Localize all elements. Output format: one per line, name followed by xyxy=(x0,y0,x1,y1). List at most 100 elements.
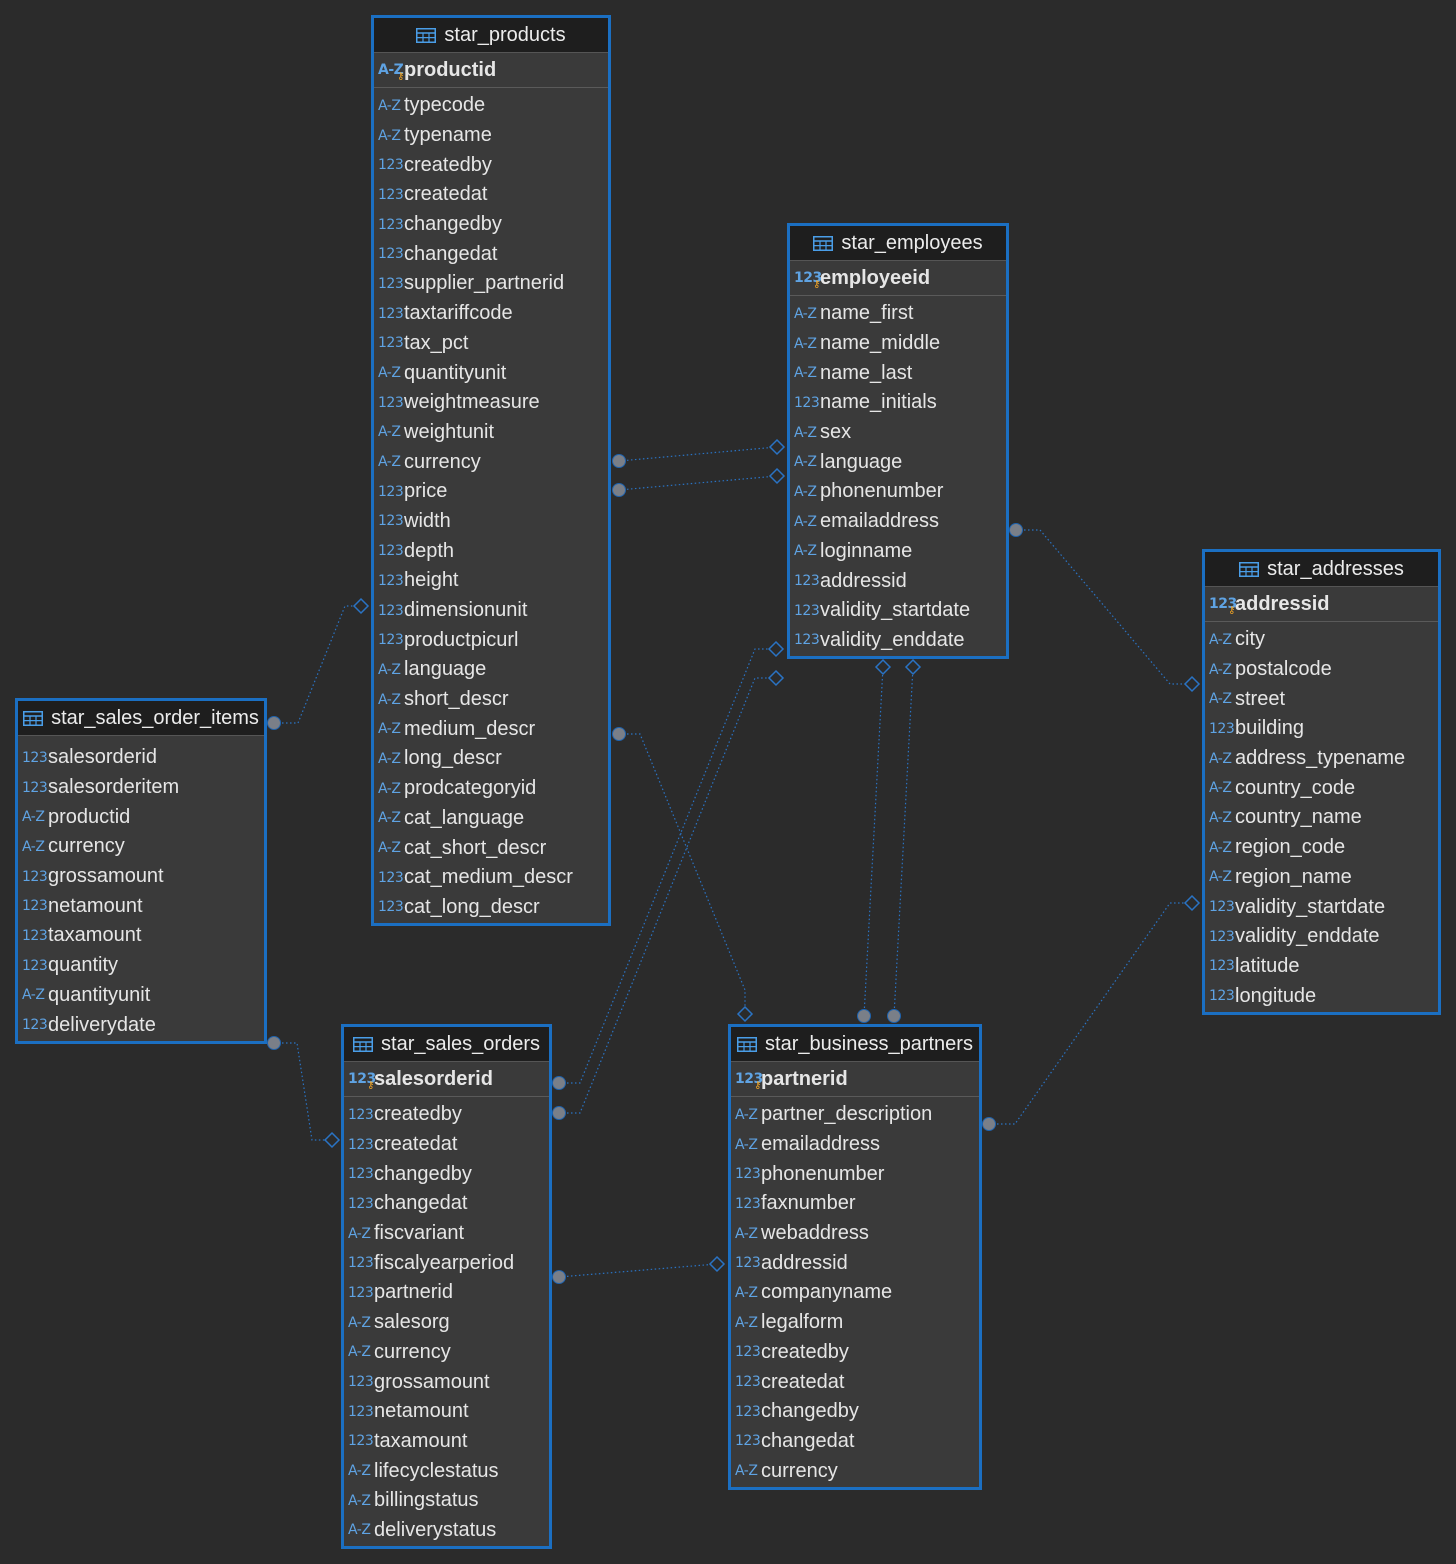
column-row[interactable]: A-Z quantityunit xyxy=(18,981,264,1011)
column-row[interactable]: A-Z lifecyclestatus xyxy=(344,1456,549,1486)
column-row[interactable]: 123 fiscalyearperiod xyxy=(344,1248,549,1278)
column-row[interactable]: 123 cat_medium_descr xyxy=(374,863,608,893)
column-row[interactable]: 123 quantity xyxy=(18,951,264,981)
table-star-employees[interactable]: star_employees 123 ⚷ employeeid A-Z name_firs… xyxy=(787,223,1009,659)
column-row[interactable]: 123 phonenumber xyxy=(731,1159,979,1189)
column-row[interactable]: 123 changedby xyxy=(344,1159,549,1189)
column-row[interactable]: 123 price xyxy=(374,477,608,507)
column-row[interactable]: 123 supplier_partnerid xyxy=(374,269,608,299)
table-header[interactable]: star_sales_orders xyxy=(344,1027,549,1062)
column-row[interactable]: 123 createdat xyxy=(374,180,608,210)
column-row[interactable]: 123 changedby xyxy=(731,1397,979,1427)
column-row[interactable]: 123 faxnumber xyxy=(731,1189,979,1219)
table-star-addresses[interactable]: star_addresses 123 ⚷ addressid A-Z city A-Z pos… xyxy=(1202,549,1441,1015)
column-row[interactable]: A-Z country_code xyxy=(1205,773,1438,803)
column-row[interactable]: 123 deliverydate xyxy=(18,1010,264,1040)
table-header[interactable]: star_products xyxy=(374,18,608,53)
column-row[interactable]: 123 changedby xyxy=(374,210,608,240)
column-row[interactable]: 123 createdat xyxy=(731,1367,979,1397)
column-row[interactable]: 123 createdby xyxy=(731,1338,979,1368)
column-row[interactable]: A-Z loginname xyxy=(790,537,1006,567)
column-row[interactable]: A-Z quantityunit xyxy=(374,358,608,388)
column-row[interactable]: A-Z emailaddress xyxy=(790,507,1006,537)
column-row[interactable]: A-Z emailaddress xyxy=(731,1130,979,1160)
primary-key-row[interactable]: 123 ⚷ addressid xyxy=(1205,587,1438,622)
column-row[interactable]: 123 building xyxy=(1205,714,1438,744)
column-row[interactable]: 123 validity_startdate xyxy=(790,596,1006,626)
column-row[interactable]: 123 addressid xyxy=(790,566,1006,596)
column-row[interactable]: 123 taxtariffcode xyxy=(374,299,608,329)
primary-key-row[interactable]: A-Z ⚷ productid xyxy=(374,53,608,88)
column-row[interactable]: A-Z currency xyxy=(731,1456,979,1486)
column-row[interactable]: A-Z phonenumber xyxy=(790,477,1006,507)
column-row[interactable]: A-Z language xyxy=(790,447,1006,477)
column-row[interactable]: 123 salesorderitem xyxy=(18,773,264,803)
column-row[interactable]: 123 changedat xyxy=(731,1427,979,1457)
column-row[interactable]: 123 createdat xyxy=(344,1130,549,1160)
column-row[interactable]: A-Z city xyxy=(1205,625,1438,655)
primary-key-row[interactable]: 123 ⚷ partnerid xyxy=(731,1062,979,1097)
column-row[interactable]: A-Z sex xyxy=(790,418,1006,448)
column-row[interactable]: A-Z name_middle xyxy=(790,329,1006,359)
primary-key-row[interactable]: 123 ⚷ employeeid xyxy=(790,261,1006,296)
column-row[interactable]: A-Z fiscvariant xyxy=(344,1219,549,1249)
column-row[interactable]: A-Z address_typename xyxy=(1205,744,1438,774)
column-row[interactable]: 123 validity_enddate xyxy=(1205,922,1438,952)
column-row[interactable]: 123 changedat xyxy=(344,1189,549,1219)
column-row[interactable]: A-Z prodcategoryid xyxy=(374,774,608,804)
column-row[interactable]: A-Z weightunit xyxy=(374,418,608,448)
column-row[interactable]: A-Z long_descr xyxy=(374,744,608,774)
column-row[interactable]: A-Z partner_description xyxy=(731,1100,979,1130)
column-row[interactable]: A-Z street xyxy=(1205,684,1438,714)
column-row[interactable]: 123 dimensionunit xyxy=(374,596,608,626)
column-row[interactable]: 123 createdby xyxy=(344,1100,549,1130)
column-row[interactable]: A-Z name_first xyxy=(790,299,1006,329)
column-row[interactable]: A-Z billingstatus xyxy=(344,1486,549,1516)
table-star-business-partners[interactable]: star_business_partners 123 ⚷ partnerid A-Z pa… xyxy=(728,1024,982,1490)
column-row[interactable]: A-Z webaddress xyxy=(731,1219,979,1249)
column-row[interactable]: 123 addressid xyxy=(731,1248,979,1278)
table-header[interactable]: star_sales_order_items xyxy=(18,701,264,736)
column-row[interactable]: A-Z cat_language xyxy=(374,804,608,834)
column-row[interactable]: A-Z deliverystatus xyxy=(344,1516,549,1546)
column-row[interactable]: A-Z cat_short_descr xyxy=(374,833,608,863)
table-star-sales-order-items[interactable]: star_sales_order_items 123 salesorderid 123… xyxy=(15,698,267,1044)
column-row[interactable]: A-Z salesorg xyxy=(344,1308,549,1338)
primary-key-row[interactable]: 123 ⚷ salesorderid xyxy=(344,1062,549,1097)
column-row[interactable]: A-Z short_descr xyxy=(374,685,608,715)
table-header[interactable]: star_employees xyxy=(790,226,1006,261)
column-row[interactable]: A-Z currency xyxy=(344,1338,549,1368)
table-header[interactable]: star_business_partners xyxy=(731,1027,979,1062)
table-header[interactable]: star_addresses xyxy=(1205,552,1438,587)
column-row[interactable]: 123 name_initials xyxy=(790,388,1006,418)
column-row[interactable]: 123 grossamount xyxy=(344,1367,549,1397)
column-row[interactable]: 123 netamount xyxy=(18,891,264,921)
column-row[interactable]: A-Z medium_descr xyxy=(374,714,608,744)
column-row[interactable]: A-Z productid xyxy=(18,802,264,832)
column-row[interactable]: 123 productpicurl xyxy=(374,625,608,655)
column-row[interactable]: 123 longitude xyxy=(1205,981,1438,1011)
column-row[interactable]: 123 salesorderid xyxy=(18,743,264,773)
column-row[interactable]: 123 changedat xyxy=(374,239,608,269)
column-row[interactable]: A-Z name_last xyxy=(790,358,1006,388)
table-star-products[interactable]: star_products A-Z ⚷ productid A-Z typecode A-Z… xyxy=(371,15,611,926)
table-star-sales-orders[interactable]: star_sales_orders 123 ⚷ salesorderid 123 crea… xyxy=(341,1024,552,1549)
column-row[interactable]: 123 partnerid xyxy=(344,1278,549,1308)
column-row[interactable]: 123 width xyxy=(374,507,608,537)
column-row[interactable]: 123 netamount xyxy=(344,1397,549,1427)
column-row[interactable]: A-Z currency xyxy=(374,447,608,477)
column-row[interactable]: 123 validity_startdate xyxy=(1205,892,1438,922)
column-row[interactable]: A-Z typecode xyxy=(374,91,608,121)
column-row[interactable]: A-Z companyname xyxy=(731,1278,979,1308)
column-row[interactable]: 123 height xyxy=(374,566,608,596)
column-row[interactable]: 123 grossamount xyxy=(18,862,264,892)
column-row[interactable]: 123 latitude xyxy=(1205,952,1438,982)
column-row[interactable]: 123 depth xyxy=(374,536,608,566)
column-row[interactable]: A-Z region_code xyxy=(1205,833,1438,863)
column-row[interactable]: 123 weightmeasure xyxy=(374,388,608,418)
column-row[interactable]: A-Z currency xyxy=(18,832,264,862)
column-row[interactable]: A-Z postalcode xyxy=(1205,655,1438,685)
column-row[interactable]: 123 validity_enddate xyxy=(790,626,1006,656)
column-row[interactable]: A-Z language xyxy=(374,655,608,685)
column-row[interactable]: A-Z legalform xyxy=(731,1308,979,1338)
